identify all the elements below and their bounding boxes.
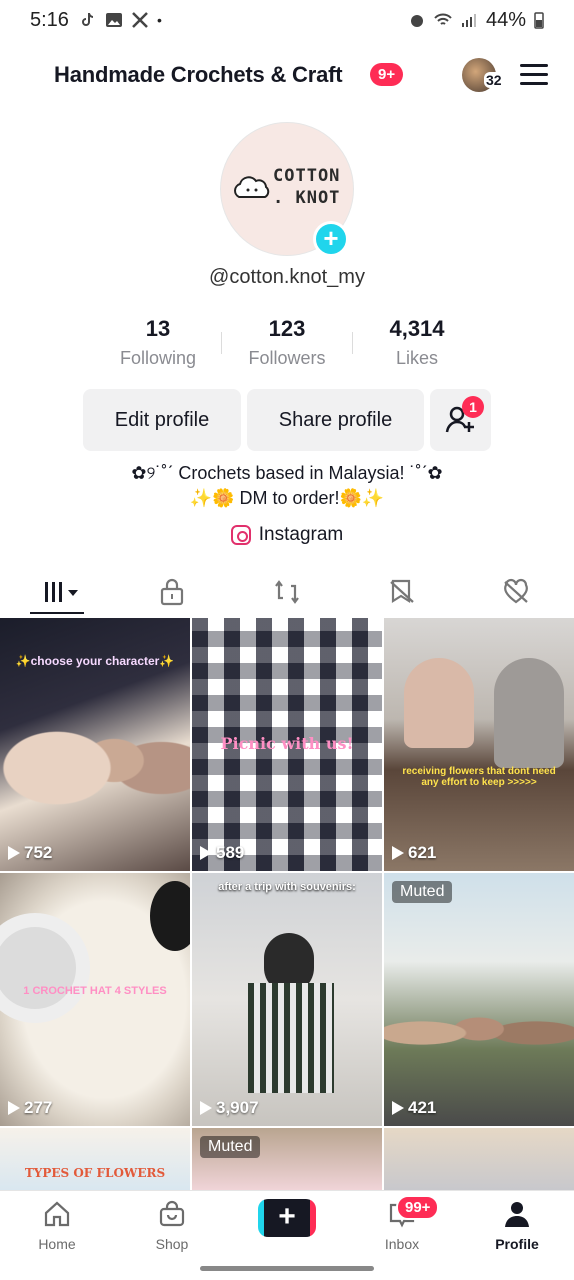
username-handle: @cotton.knot_my bbox=[209, 266, 365, 288]
instagram-icon bbox=[230, 525, 251, 545]
video-caption: 1 CROCHET HAT 4 STYLES bbox=[23, 985, 167, 997]
instagram-label: Instagram bbox=[258, 524, 344, 545]
gallery-icon bbox=[105, 13, 122, 27]
stat-likes[interactable]: 4,314 Likes bbox=[352, 316, 482, 369]
add-story-button[interactable]: + bbox=[313, 221, 349, 257]
status-bar: 5:16 • 44% bbox=[0, 0, 574, 40]
shop-bag-icon bbox=[159, 1200, 185, 1227]
nav-home-label: Home bbox=[38, 1236, 76, 1252]
view-count: 3,907 bbox=[200, 1098, 259, 1118]
content-tabs bbox=[0, 570, 574, 614]
muted-label: Muted bbox=[200, 1136, 261, 1158]
video-thumbnail[interactable]: receiving flowers that dont need any eff… bbox=[384, 618, 574, 871]
view-count: 752 bbox=[8, 843, 52, 863]
video-thumbnail[interactable]: TYPES OF FLOWERS bbox=[0, 1128, 190, 1190]
nav-profile[interactable]: Profile bbox=[477, 1199, 557, 1252]
video-thumbnail[interactable]: Muted bbox=[192, 1128, 382, 1190]
video-thumbnail[interactable] bbox=[384, 1128, 574, 1190]
followers-count: 123 bbox=[268, 316, 306, 341]
bookmark-hidden-icon bbox=[390, 579, 414, 603]
tab-favorites[interactable] bbox=[382, 576, 422, 608]
create-post-button[interactable]: + bbox=[258, 1199, 316, 1237]
play-icon bbox=[392, 1101, 404, 1115]
battery-icon bbox=[534, 12, 544, 29]
active-tab-indicator bbox=[30, 612, 84, 614]
logo-line-1: COTTON bbox=[273, 166, 341, 186]
play-icon bbox=[8, 846, 20, 860]
stat-followers[interactable]: 123 Followers bbox=[222, 316, 352, 369]
nav-home[interactable]: Home bbox=[17, 1199, 97, 1252]
profile-icon bbox=[505, 1202, 529, 1227]
video-caption: ✨choose your character✨ bbox=[15, 654, 175, 668]
nav-shop[interactable]: Shop bbox=[132, 1199, 212, 1252]
inbox-badge: 99+ bbox=[396, 1195, 440, 1220]
video-thumbnail[interactable]: Picnic with us! 589 bbox=[192, 618, 382, 871]
play-icon bbox=[392, 846, 404, 860]
following-count: 13 bbox=[145, 316, 171, 341]
lock-icon bbox=[160, 578, 184, 606]
tab-private[interactable] bbox=[152, 576, 192, 608]
friend-request-badge: 1 bbox=[462, 396, 484, 418]
nav-inbox-label: Inbox bbox=[384, 1236, 420, 1252]
gesture-bar[interactable] bbox=[200, 1266, 374, 1271]
tab-liked[interactable] bbox=[496, 576, 536, 608]
muted-label: Muted bbox=[392, 881, 453, 903]
tiktok-icon bbox=[81, 12, 94, 26]
view-count: 277 bbox=[8, 1098, 52, 1118]
menu-icon[interactable] bbox=[520, 64, 548, 86]
video-thumbnail[interactable]: after a trip with souvenirs: 3,907 bbox=[192, 873, 382, 1126]
share-profile-button[interactable]: Share profile bbox=[247, 389, 424, 451]
view-count: 621 bbox=[392, 843, 436, 863]
signal-icon bbox=[461, 14, 476, 27]
home-icon bbox=[44, 1201, 70, 1227]
battery-percent: 44% bbox=[485, 8, 526, 31]
view-count: 589 bbox=[200, 843, 244, 863]
profile-stats: 13 Following 123 Followers 4,314 Likes bbox=[0, 316, 574, 376]
video-caption: Picnic with us! bbox=[220, 734, 354, 753]
stat-following[interactable]: 13 Following bbox=[93, 316, 223, 369]
repost-icon bbox=[275, 580, 299, 604]
plus-icon: + bbox=[266, 1201, 308, 1235]
add-friends-button[interactable] bbox=[430, 389, 491, 451]
likes-label: Likes bbox=[395, 348, 439, 368]
tab-reposts[interactable] bbox=[267, 576, 307, 608]
alarm-icon bbox=[410, 15, 423, 27]
video-thumbnail[interactable]: Muted 421 bbox=[384, 873, 574, 1126]
following-label: Following bbox=[119, 348, 197, 368]
video-thumbnail[interactable]: 1 CROCHET HAT 4 STYLES 277 bbox=[0, 873, 190, 1126]
status-time: 5:16 bbox=[30, 8, 69, 31]
edit-profile-button[interactable]: Edit profile bbox=[83, 389, 241, 451]
status-dot-icon: • bbox=[156, 12, 162, 28]
grid-icon bbox=[45, 582, 78, 602]
play-icon bbox=[8, 1101, 20, 1115]
play-icon bbox=[200, 846, 212, 860]
video-thumbnail[interactable]: ✨choose your character✨ 752 bbox=[0, 618, 190, 871]
video-caption: after a trip with souvenirs: bbox=[218, 881, 356, 893]
logo-line-2: . KNOT bbox=[273, 188, 341, 208]
video-caption: TYPES OF FLOWERS bbox=[24, 1166, 166, 1180]
play-icon bbox=[200, 1101, 212, 1115]
followers-label: Followers bbox=[248, 348, 326, 368]
notification-badge: 9+ bbox=[370, 63, 404, 86]
video-caption: receiving flowers that dont need any eff… bbox=[402, 766, 556, 788]
account-count-badge: 32 bbox=[484, 72, 504, 88]
page-title[interactable]: Handmade Crochets & Craft bbox=[54, 62, 343, 88]
heart-hidden-icon bbox=[504, 578, 528, 604]
tab-videos[interactable] bbox=[38, 576, 84, 608]
wifi-icon bbox=[434, 13, 452, 25]
view-count: 421 bbox=[392, 1098, 436, 1118]
instagram-link[interactable]: Instagram bbox=[0, 524, 574, 546]
bio-line-1: ✿୨˙˚ˊ Crochets based in Malaysia! ˙˚ˊ✿ bbox=[131, 463, 443, 483]
profile-header: Handmade Crochets & Craft 9+ 32 bbox=[0, 52, 574, 98]
nav-shop-label: Shop bbox=[155, 1236, 189, 1252]
bio-line-2: ✨🌼 DM to order!🌼✨ bbox=[189, 488, 385, 508]
x-icon bbox=[132, 12, 148, 28]
likes-count: 4,314 bbox=[389, 316, 445, 341]
nav-profile-label: Profile bbox=[495, 1236, 539, 1252]
cloud-logo-icon bbox=[234, 176, 270, 198]
